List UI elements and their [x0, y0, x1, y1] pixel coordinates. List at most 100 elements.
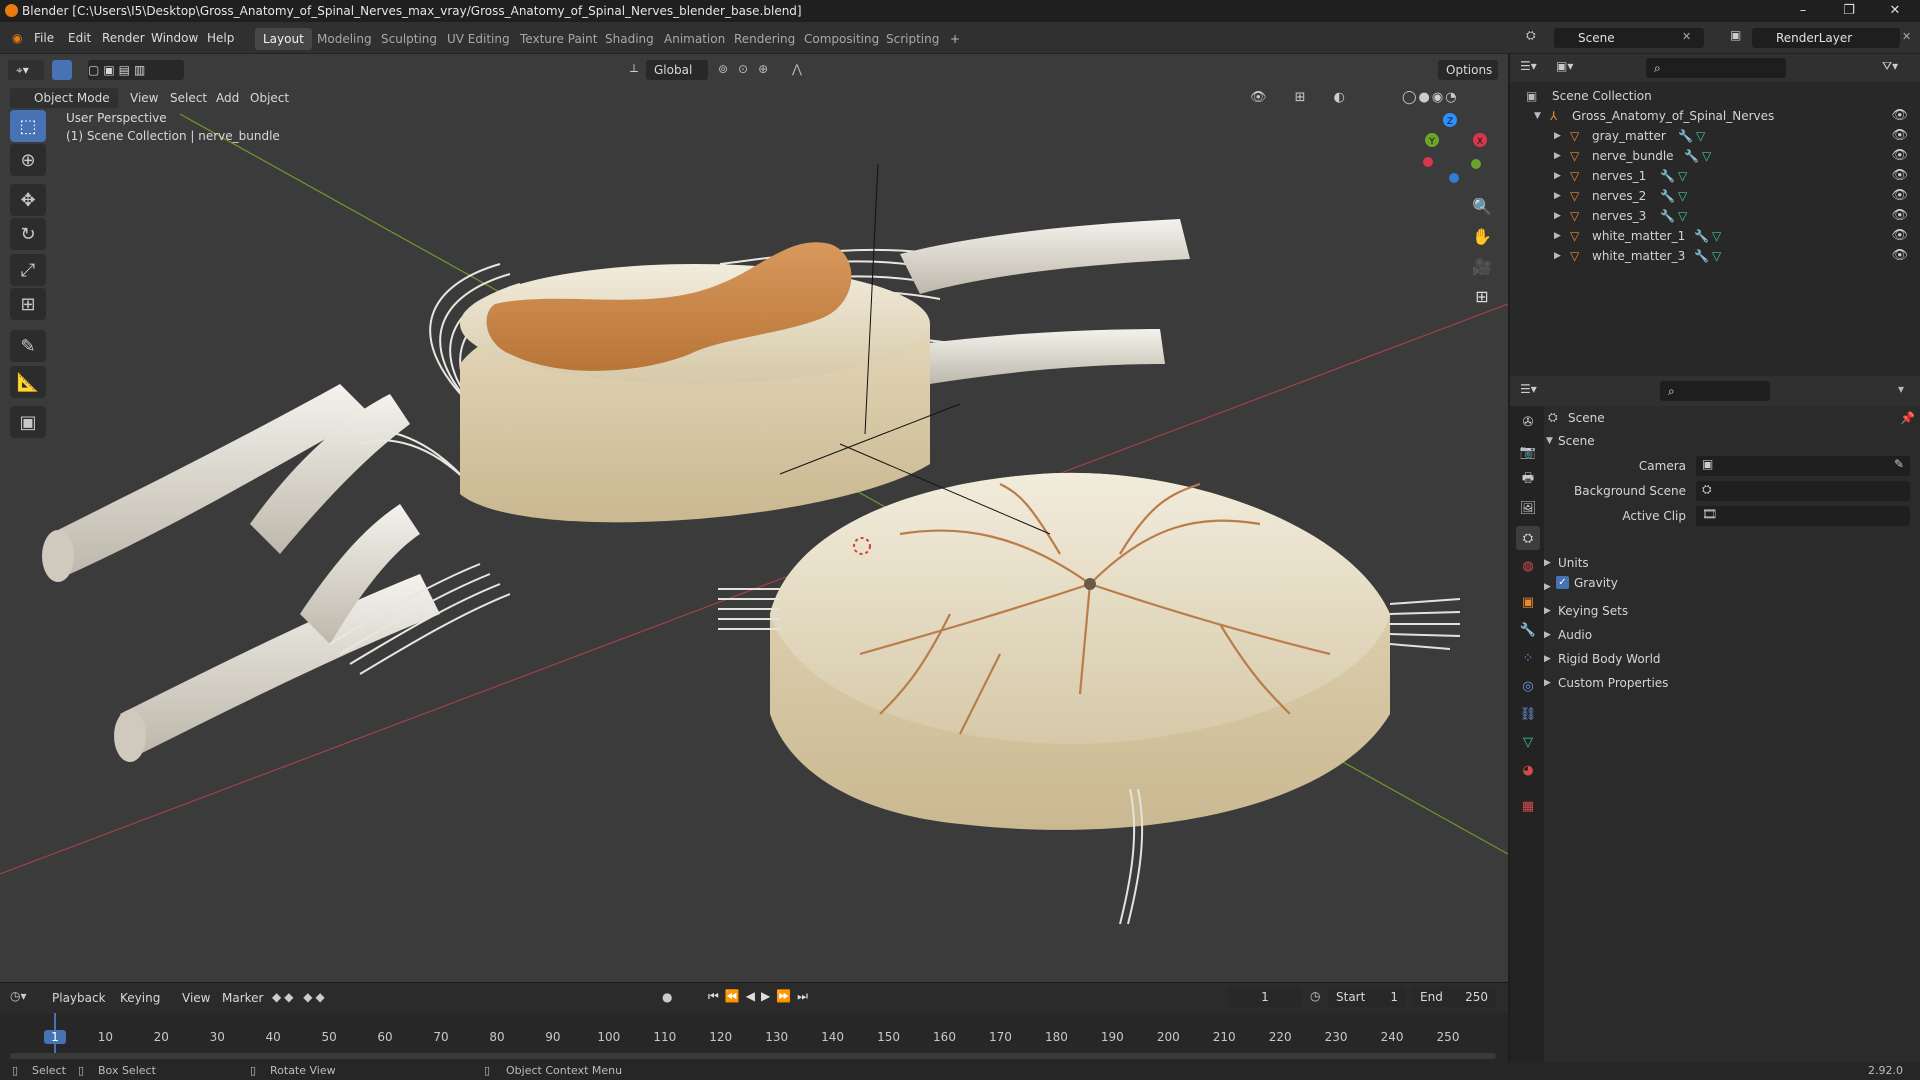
tab-uv-editing[interactable]: UV Editing [439, 28, 518, 50]
visibility-eye-icon[interactable]: 👁 [1891, 246, 1908, 266]
visibility-eye-icon[interactable]: 👁 [1891, 226, 1908, 246]
modifier-icon[interactable]: 🔧 [1678, 126, 1693, 146]
physics-tab-icon[interactable]: ◎ [1516, 674, 1540, 698]
gravity-checkbox[interactable]: ✓ [1556, 576, 1569, 589]
close-button[interactable]: ✕ [1872, 0, 1918, 22]
keying-sets-section[interactable]: Keying Sets [1558, 600, 1628, 622]
menu-help[interactable]: Help [201, 28, 240, 48]
camera-field[interactable]: ▣ ✎ [1696, 456, 1910, 476]
record-icon[interactable]: ● [662, 990, 672, 1004]
visibility-eye-icon[interactable]: 👁 [1891, 146, 1908, 166]
playback-controls[interactable]: ⏮⏪◀▶⏩⏭ [708, 989, 814, 1004]
blender-menu-icon[interactable]: ◉ [6, 28, 28, 48]
world-tab-icon[interactable]: ◍ [1516, 554, 1540, 578]
constraints-tab-icon[interactable]: ⛓ [1516, 702, 1540, 726]
gravity-section[interactable]: Gravity [1574, 572, 1618, 594]
preview-range-icon[interactable]: ◷ [1310, 989, 1320, 1003]
tab-animation[interactable]: Animation [656, 28, 733, 50]
modifier-icon[interactable]: 🔧 [1660, 206, 1675, 226]
background-scene-field[interactable]: ⛭ [1696, 481, 1910, 501]
tab-scripting[interactable]: Scripting [878, 28, 947, 50]
mesh-data-icon[interactable]: ▽ [1702, 146, 1711, 166]
tree-root[interactable]: ▣ Scene Collection [1510, 86, 1920, 106]
tree-item[interactable]: ▶ ▽ nerves_2 🔧 ▽ 👁 [1510, 186, 1920, 206]
particles-tab-icon[interactable]: ⁘ [1516, 646, 1540, 670]
maximize-button[interactable]: ❐ [1826, 0, 1872, 22]
expand-triangle[interactable]: ▶ [1554, 206, 1561, 226]
tab-sculpting[interactable]: Sculpting [373, 28, 445, 50]
measure-tool[interactable]: 📐 [10, 366, 46, 398]
timeline-scrollbar[interactable] [10, 1053, 1496, 1059]
visibility-eye-icon[interactable]: 👁 [1891, 126, 1908, 146]
menu-add[interactable]: Add [216, 88, 239, 108]
mesh-data-icon[interactable]: ▽ [1712, 246, 1721, 266]
tab-rendering[interactable]: Rendering [726, 28, 803, 50]
transform-tool[interactable]: ⊞ [10, 288, 46, 320]
zoom-icon[interactable]: 🔍 [1468, 192, 1496, 220]
custom-properties-section[interactable]: Custom Properties [1558, 672, 1668, 694]
move-tool[interactable]: ✥ [10, 184, 46, 216]
modifier-tab-icon[interactable]: 🔧 [1516, 618, 1540, 642]
options-button[interactable]: Options [1438, 60, 1498, 80]
current-frame-field[interactable]: 1 [1228, 987, 1302, 1007]
expand-triangle[interactable]: ▶ [1554, 146, 1561, 166]
pin-icon[interactable]: 📌 [1900, 411, 1915, 425]
ortho-toggle-icon[interactable]: ⊞ [1468, 282, 1496, 310]
add-cube-tool[interactable]: ▣ [10, 406, 46, 438]
orientation-dropdown[interactable]: Global [646, 60, 708, 80]
tree-item[interactable]: ▶ ▽ gray_matter 🔧 ▽ 👁 [1510, 126, 1920, 146]
visibility-eye-icon[interactable]: 👁 [1891, 206, 1908, 226]
expand-triangle[interactable]: ▶ [1554, 186, 1561, 206]
editor-type-button[interactable]: ⌖▾ [8, 60, 44, 80]
properties-search-input[interactable]: ⌕ [1660, 381, 1770, 401]
units-section[interactable]: Units [1558, 552, 1589, 574]
data-tab-icon[interactable]: ▽ [1516, 730, 1540, 754]
texture-tab-icon[interactable]: ▦ [1516, 794, 1540, 818]
tab-shading[interactable]: Shading [597, 28, 662, 50]
eyedropper-icon[interactable]: ✎ [1894, 457, 1904, 471]
tab-texture-paint[interactable]: Texture Paint [512, 28, 605, 50]
menu-select[interactable]: Select [170, 88, 207, 108]
properties-options-icon[interactable]: ▾ [1898, 382, 1904, 396]
visibility-eye-icon[interactable]: 👁 [1891, 186, 1908, 206]
tab-compositing[interactable]: Compositing [796, 28, 887, 50]
camera-view-icon[interactable]: 🎥 [1468, 252, 1496, 280]
scene-panel-triangle[interactable]: ▼ [1546, 436, 1553, 446]
material-tab-icon[interactable]: ◕ [1516, 758, 1540, 782]
mesh-data-icon[interactable]: ▽ [1696, 126, 1705, 146]
renderlayer-selector[interactable]: RenderLayer [1752, 28, 1900, 48]
start-frame-field[interactable]: Start 1 [1328, 987, 1406, 1007]
custom-props-triangle[interactable]: ▶ [1544, 678, 1551, 688]
viewport-scene[interactable] [0, 54, 1508, 982]
expand-triangle[interactable]: ▶ [1554, 246, 1561, 266]
rotate-tool[interactable]: ↻ [10, 218, 46, 250]
select-box-tool[interactable]: ⬚ [10, 110, 46, 142]
timeline-editor-icon[interactable]: ◷▾ [10, 989, 27, 1003]
keyframe-icons[interactable]: ◆◆ ◆◆ [272, 990, 328, 1004]
select-mode-icon[interactable] [52, 60, 72, 80]
marker-menu[interactable]: Marker [222, 988, 263, 1008]
scale-tool[interactable]: ⤢ [10, 254, 46, 286]
navigation-gizmo[interactable]: Z Y X [1418, 112, 1498, 192]
tab-modeling[interactable]: Modeling [309, 28, 380, 50]
rigid-body-triangle[interactable]: ▶ [1544, 654, 1551, 664]
active-clip-field[interactable]: 🎞 [1696, 506, 1910, 526]
cursor-tool[interactable]: ⊕ [10, 144, 46, 176]
menu-render[interactable]: Render [96, 28, 151, 48]
modifier-icon[interactable]: 🔧 [1660, 166, 1675, 186]
audio-triangle[interactable]: ▶ [1544, 630, 1551, 640]
menu-view[interactable]: View [130, 88, 158, 108]
expand-triangle[interactable]: ▶ [1554, 166, 1561, 186]
menu-file[interactable]: File [28, 28, 60, 48]
menu-object[interactable]: Object [250, 88, 289, 108]
mesh-data-icon[interactable]: ▽ [1678, 206, 1687, 226]
pan-icon[interactable]: ✋ [1468, 222, 1496, 250]
tree-collection[interactable]: ▼ ⅄ Gross_Anatomy_of_Spinal_Nerves 👁 [1510, 106, 1920, 126]
expand-triangle[interactable]: ▶ [1554, 226, 1561, 246]
expand-triangle[interactable]: ▶ [1554, 126, 1561, 146]
outliner-editor-icon[interactable]: ☰▾ [1520, 59, 1537, 73]
object-tab-icon[interactable]: ▣ [1516, 590, 1540, 614]
scene-close-icon[interactable]: ✕ [1682, 30, 1691, 43]
outliner-search-input[interactable]: ⌕ [1646, 58, 1786, 78]
mesh-data-icon[interactable]: ▽ [1678, 186, 1687, 206]
